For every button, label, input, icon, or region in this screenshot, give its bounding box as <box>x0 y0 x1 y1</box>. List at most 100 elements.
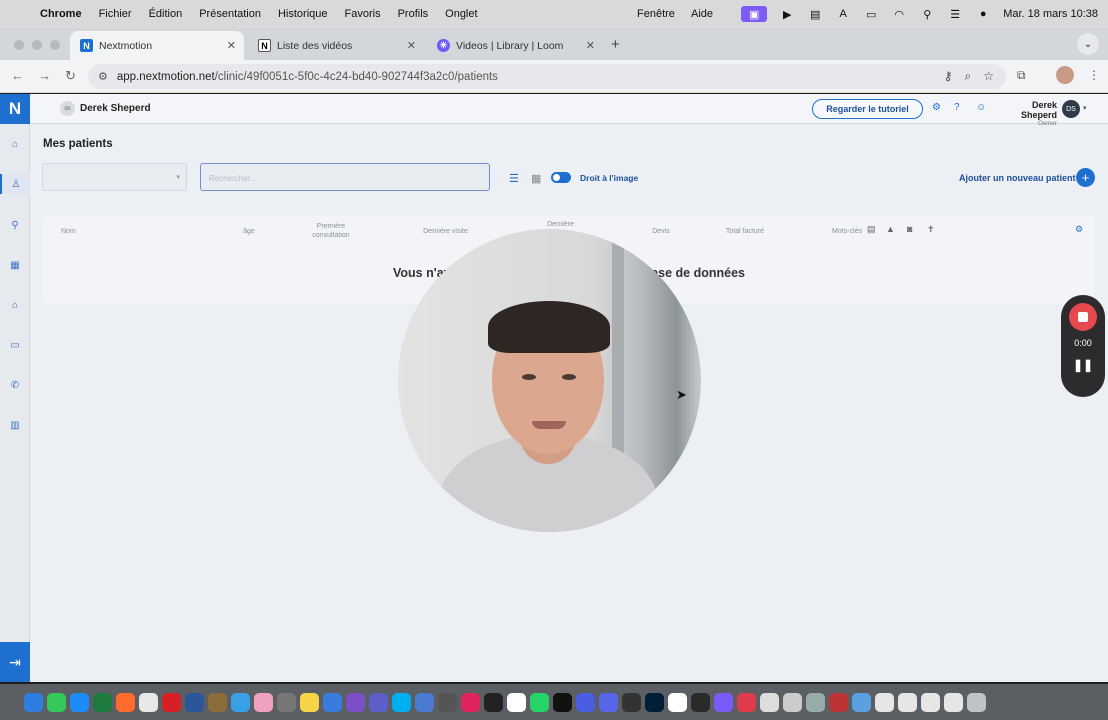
list-view-icon[interactable]: ☰ <box>509 172 519 185</box>
app-icon[interactable] <box>691 692 710 712</box>
chrome-menu-icon[interactable]: ⋮ <box>1088 68 1100 82</box>
app-icon[interactable] <box>208 692 227 712</box>
billing-icon[interactable]: ▭ <box>8 338 22 352</box>
whatsapp-icon[interactable] <box>530 692 549 712</box>
column-header-mots-cles[interactable]: Mots-clés <box>823 220 871 242</box>
input-source-icon[interactable]: A <box>835 8 851 20</box>
menu-edition[interactable]: Édition <box>149 8 183 20</box>
app-icon[interactable] <box>346 692 365 712</box>
tab-loom[interactable]: ✳ Videos | Library | Loom ✕ <box>427 31 603 60</box>
close-icon[interactable]: ✕ <box>586 39 595 52</box>
tiktok-icon[interactable] <box>553 692 572 712</box>
zoom-icon[interactable]: ⌕ <box>965 69 972 84</box>
excel-icon[interactable] <box>93 692 112 712</box>
patients-icon[interactable]: ♙ <box>0 174 30 194</box>
clinic-icon[interactable]: ⌂ <box>8 298 22 312</box>
app-icon[interactable] <box>231 692 250 712</box>
address-bar[interactable]: ⚙ app.nextmotion.net/clinic/49f0051c-5f0… <box>88 64 1006 89</box>
help-icon[interactable]: ? <box>954 102 960 113</box>
menubar-clock[interactable]: Mar. 18 mars 10:38 <box>1003 8 1098 20</box>
chevron-down-icon[interactable]: ▾ <box>1083 104 1087 112</box>
zoom-window-button[interactable] <box>50 40 60 50</box>
capcut-icon[interactable] <box>484 692 503 712</box>
menu-aide[interactable]: Aide <box>691 8 713 20</box>
password-key-icon[interactable]: ⚷ <box>944 69 953 84</box>
app-icon[interactable] <box>783 692 802 712</box>
pause-icon[interactable]: ❚❚ <box>1061 358 1105 372</box>
add-patient-label[interactable]: Ajouter un nouveau patient <box>959 173 1076 183</box>
app-store-icon[interactable] <box>70 692 89 712</box>
calendar-icon[interactable]: ▦ <box>8 258 22 272</box>
photoshop-icon[interactable] <box>645 692 664 712</box>
document-icon[interactable] <box>944 692 963 712</box>
warning-icon[interactable]: ▲ <box>886 224 895 234</box>
wifi-icon[interactable]: ◠ <box>891 8 907 21</box>
dictionary-icon[interactable] <box>829 692 848 712</box>
table-icon[interactable]: ▤ <box>867 224 876 235</box>
reload-icon[interactable]: ↻ <box>65 68 76 84</box>
stats-icon[interactable]: ▥ <box>8 418 22 432</box>
folder-icon[interactable] <box>852 692 871 712</box>
menu-fichier[interactable]: Fichier <box>99 8 132 20</box>
tab-search-icon[interactable]: ⌄ <box>1077 33 1099 55</box>
new-tab-button[interactable]: + <box>611 36 620 53</box>
app-icon[interactable] <box>277 692 296 712</box>
cross-icon[interactable]: ✝ <box>927 224 935 235</box>
spotlight-icon[interactable]: ⚲ <box>919 8 935 21</box>
tab-nextmotion[interactable]: N Nextmotion ✕ <box>70 31 244 60</box>
battery-icon[interactable]: ▭ <box>863 8 879 21</box>
site-info-icon[interactable]: ⚙ <box>98 70 108 83</box>
menu-presentation[interactable]: Présentation <box>199 8 261 20</box>
control-center-icon[interactable]: ☰ <box>947 8 963 21</box>
menu-onglet[interactable]: Onglet <box>445 8 477 20</box>
notes-icon[interactable] <box>300 692 319 712</box>
close-window-button[interactable] <box>14 40 24 50</box>
filter-select[interactable]: ▾ <box>42 163 187 191</box>
app-icon[interactable] <box>576 692 595 712</box>
photos-icon[interactable] <box>254 692 273 712</box>
profile-avatar[interactable] <box>1056 66 1074 84</box>
image-rights-toggle[interactable] <box>551 172 571 183</box>
firefox-icon[interactable] <box>116 692 135 712</box>
finder-icon[interactable] <box>24 692 43 712</box>
app-icon[interactable] <box>760 692 779 712</box>
clinic-name[interactable]: Derek Sheperd <box>80 103 151 114</box>
notion-icon[interactable] <box>668 692 687 712</box>
logout-icon[interactable]: ⇥ <box>0 642 30 682</box>
column-header-nom[interactable]: Nom <box>61 220 121 242</box>
menu-fenetre[interactable]: Fenêtre <box>637 8 675 20</box>
opera-icon[interactable] <box>162 692 181 712</box>
document-icon[interactable] <box>898 692 917 712</box>
app-icon[interactable] <box>461 692 480 712</box>
chatgpt-icon[interactable] <box>622 692 641 712</box>
close-icon[interactable]: ✕ <box>227 39 236 52</box>
app-icon[interactable] <box>737 692 756 712</box>
app-icon[interactable] <box>415 692 434 712</box>
safari-icon[interactable] <box>323 692 342 712</box>
play-icon[interactable]: ▶ <box>779 8 795 21</box>
extensions-icon[interactable]: ⧉ <box>1017 68 1026 83</box>
column-header-total-facture[interactable]: Total facturé <box>715 220 775 242</box>
menu-chrome[interactable]: Chrome <box>40 8 82 20</box>
clinic-avatar[interactable]: ds <box>60 101 75 116</box>
menu-profils[interactable]: Profils <box>398 8 429 20</box>
phone-icon[interactable]: ✆ <box>8 378 22 392</box>
screen-record-icon[interactable]: ▣ <box>741 6 768 22</box>
stop-recording-button[interactable] <box>1069 303 1097 331</box>
bookmark-star-icon[interactable]: ☆ <box>983 69 994 84</box>
menu-historique[interactable]: Historique <box>278 8 328 20</box>
add-patient-button[interactable]: + <box>1076 168 1095 187</box>
home-icon[interactable]: ⌂ <box>8 137 22 151</box>
menu-favoris[interactable]: Favoris <box>345 8 381 20</box>
siri-icon[interactable]: ● <box>975 8 991 20</box>
column-header-derniere-visite[interactable]: Dernière visite <box>413 220 478 242</box>
minimize-window-button[interactable] <box>32 40 42 50</box>
app-icon[interactable] <box>806 692 825 712</box>
avatar[interactable]: DS <box>1062 100 1080 118</box>
close-icon[interactable]: ✕ <box>407 39 416 52</box>
back-icon[interactable]: ← <box>11 68 24 83</box>
user-circle-icon[interactable]: ☺ <box>976 102 986 113</box>
column-settings-icon[interactable]: ⚙ <box>1075 224 1083 235</box>
calendar-icon[interactable] <box>507 692 526 712</box>
consultation-icon[interactable]: ⚲ <box>8 218 22 232</box>
